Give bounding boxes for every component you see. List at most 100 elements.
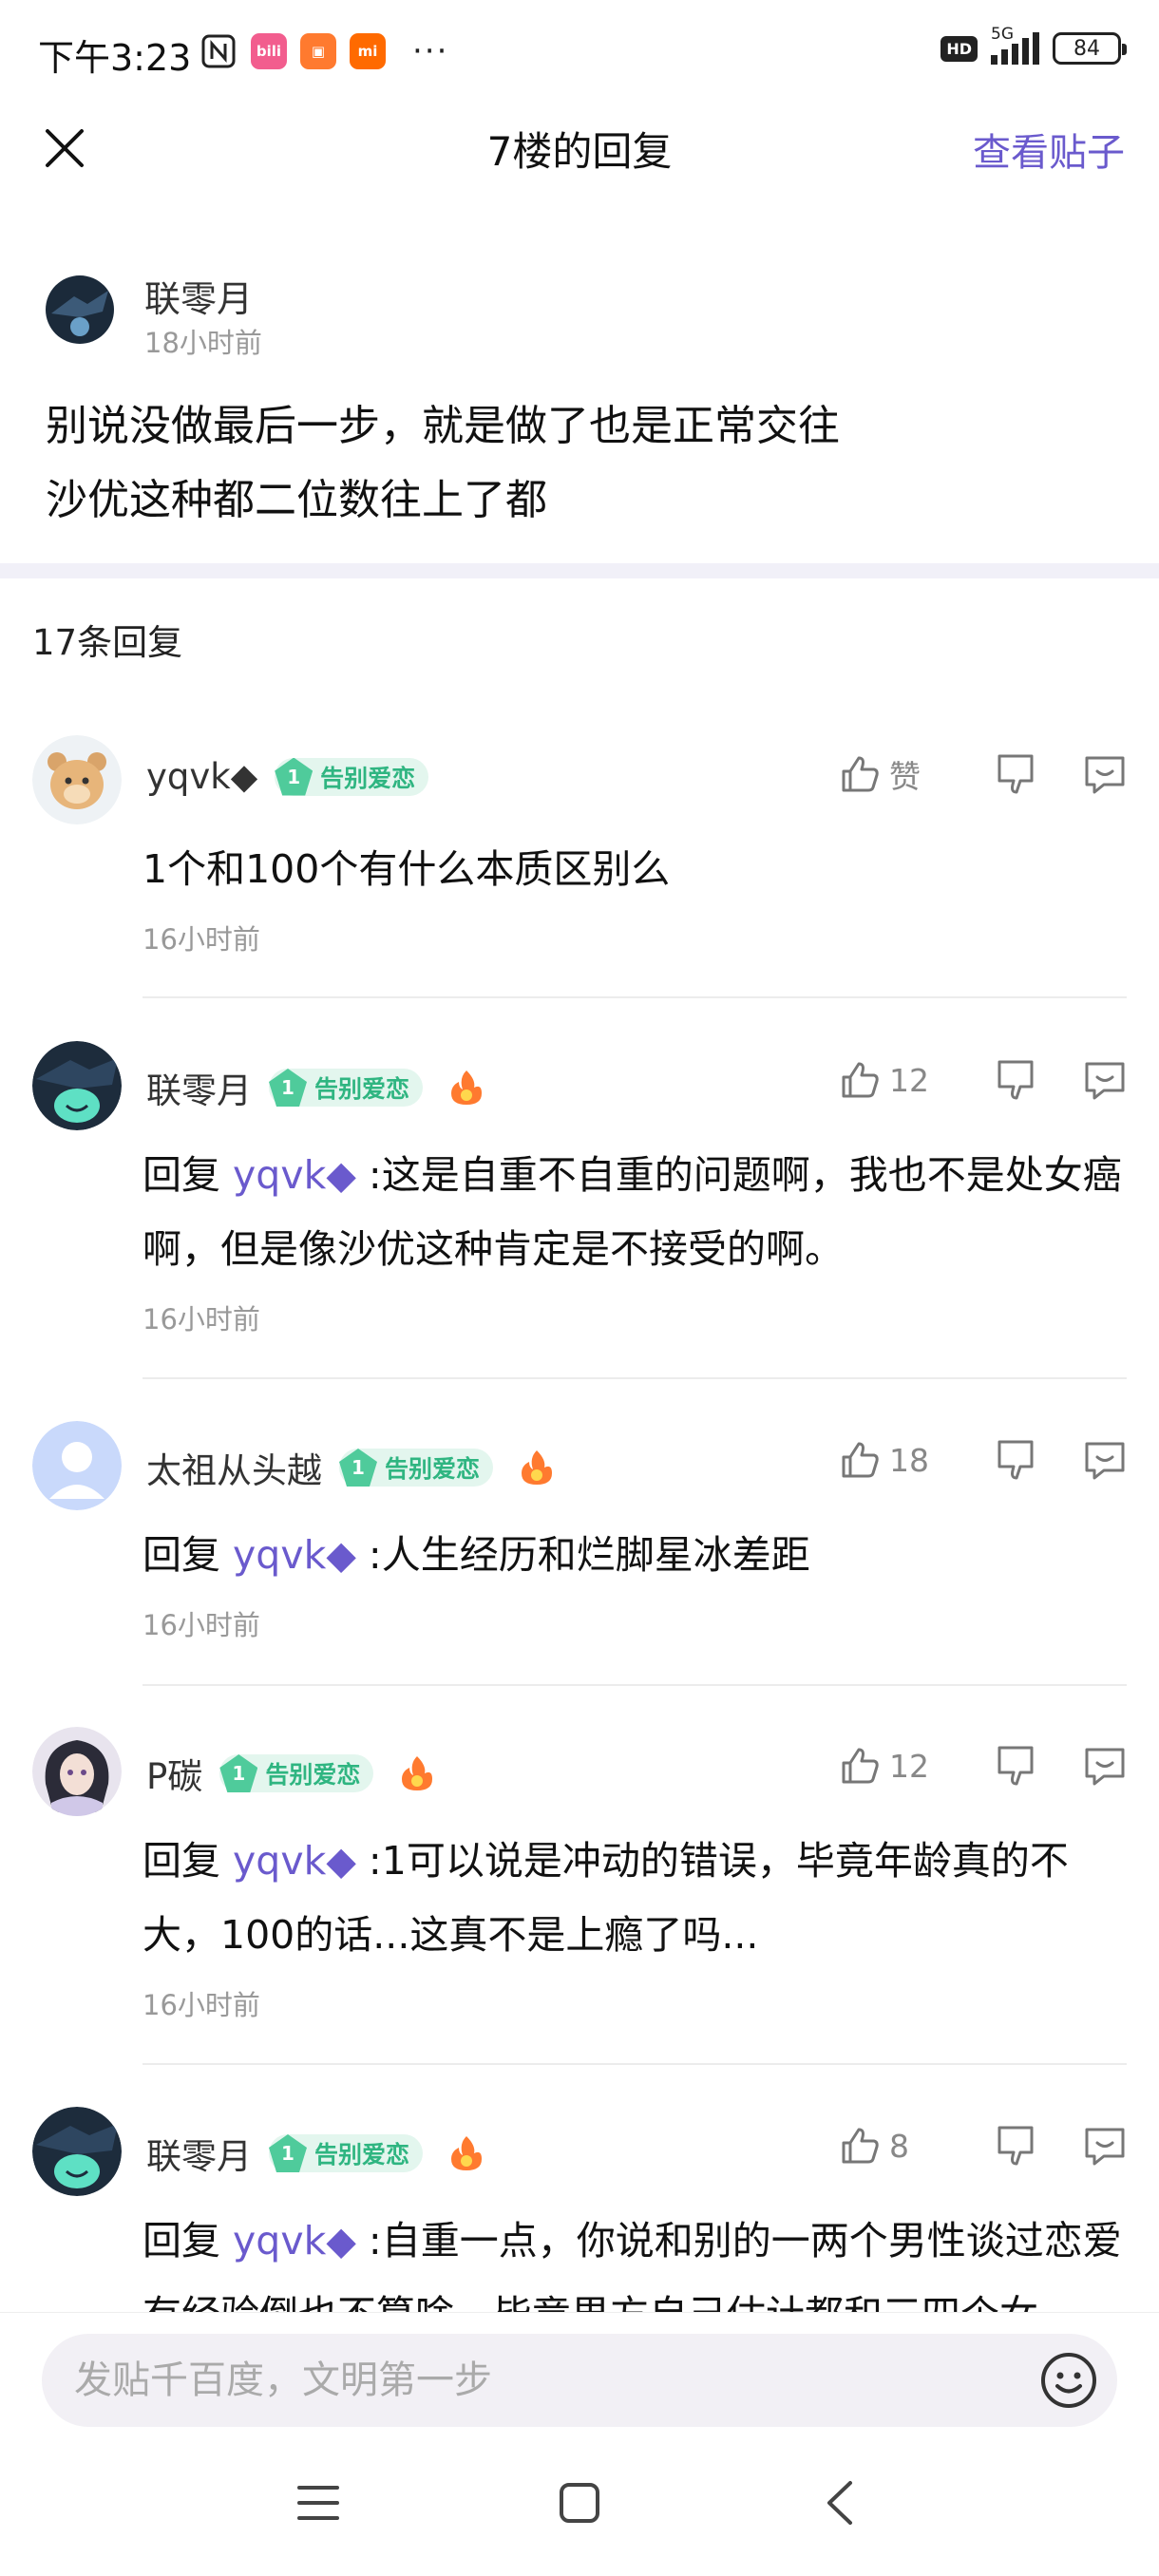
comment-header: 联零月 1 告别爱恋 — [146, 1062, 487, 1113]
hd-icon: HD — [940, 35, 978, 62]
level-badge[interactable]: 1 告别爱恋 — [219, 1754, 374, 1792]
avatar[interactable] — [32, 1727, 122, 1816]
thumbs-down-icon[interactable] — [990, 1740, 1041, 1791]
avatar[interactable] — [46, 275, 114, 344]
comment-icon[interactable] — [1079, 748, 1130, 800]
level-label: 告别爱恋 — [314, 1075, 410, 1103]
comment-header: P碳 1 告别爱恋 — [146, 1748, 438, 1799]
like-count: 18 — [889, 1441, 929, 1479]
comment-username[interactable]: 联零月 — [146, 1062, 252, 1113]
reply-input[interactable] — [74, 2334, 1024, 2427]
flame-badge-icon — [402, 1756, 433, 1790]
home-button[interactable] — [546, 2470, 613, 2536]
battery-level: 84 — [1074, 36, 1100, 61]
level-badge[interactable]: 1 告别爱恋 — [339, 1449, 494, 1487]
emoji-icon[interactable] — [1039, 2351, 1098, 2410]
bilibili-app-icon: bili — [251, 33, 287, 69]
more-notifications-icon: ··· — [412, 32, 449, 70]
comment-text: 回复 yqvk◆ :这是自重不自重的问题啊，我也不是处女癌啊，但是像沙优这种肯定… — [142, 1138, 1130, 1286]
level-number: 1 — [275, 757, 314, 796]
mention-link[interactable]: yqvk◆ — [233, 1532, 356, 1578]
comment-header: yqvk◆ 1 告别爱恋 — [146, 756, 429, 797]
signal-icon: 5G — [991, 25, 1039, 65]
like-button[interactable]: 8 — [838, 2124, 952, 2168]
level-label: 告别爱恋 — [385, 1455, 481, 1483]
reply-prefix: 回复 — [142, 2218, 220, 2263]
comment-timestamp: 16小时前 — [142, 1609, 260, 1641]
status-bar: 下午3:23 bili ▣ mi ··· HD 5G 84 — [0, 0, 1159, 104]
comment-item: P碳 1 告别爱恋 12 回复 yqvk◆ :1可以说是冲动的错误，毕竟年龄真的… — [0, 1727, 1159, 2107]
comment-separator — [142, 2063, 1127, 2065]
nfc-icon — [201, 34, 236, 68]
comment-icon[interactable] — [1079, 1434, 1130, 1486]
back-button[interactable] — [808, 2470, 874, 2536]
comment-text: 回复 yqvk◆ :1可以说是冲动的错误，毕竟年龄真的不大，100的话...这真… — [142, 1824, 1130, 1972]
reply-prefix: 回复 — [142, 1532, 220, 1578]
status-time: 下午3:23 — [38, 37, 192, 79]
thumbs-up-icon — [842, 1442, 879, 1478]
level-number: 1 — [269, 2134, 307, 2172]
level-label: 告别爱恋 — [265, 1761, 361, 1789]
post-timestamp: 18小时前 — [144, 327, 262, 359]
reply-prefix: 回复 — [142, 1152, 220, 1198]
comment-username[interactable]: yqvk◆ — [146, 756, 257, 797]
comment-actions: 赞 — [838, 748, 1130, 800]
thumbs-up-icon — [842, 2128, 879, 2164]
comment-icon[interactable] — [1079, 2120, 1130, 2171]
level-badge[interactable]: 1 告别爱恋 — [275, 757, 429, 796]
avatar[interactable] — [32, 2107, 122, 2196]
thumbs-up-icon — [842, 1062, 879, 1098]
like-button[interactable]: 赞 — [838, 751, 952, 797]
comment-username[interactable]: 太祖从头越 — [146, 1442, 322, 1493]
comment-actions: 8 — [838, 2120, 1130, 2171]
reply-count: 17条回复 — [32, 622, 183, 663]
comment-item: 联零月 1 告别爱恋 12 回复 yqvk◆ :这是自重不自重的问题啊，我也不是… — [0, 1041, 1159, 1421]
comment-actions: 18 — [838, 1434, 1130, 1486]
mention-link[interactable]: yqvk◆ — [233, 1152, 356, 1198]
comment-actions: 12 — [838, 1740, 1130, 1791]
comment-timestamp: 16小时前 — [142, 1303, 260, 1335]
reply-prefix: 回复 — [142, 1838, 220, 1884]
mention-link[interactable]: yqvk◆ — [233, 2218, 356, 2263]
post-username[interactable]: 联零月 — [144, 270, 253, 322]
avatar[interactable] — [32, 1041, 122, 1130]
back-chevron-icon — [827, 2481, 852, 2525]
post-line: 别说没做最后一步，就是做了也是正常交往 — [46, 402, 840, 450]
mention-link[interactable]: yqvk◆ — [233, 1838, 356, 1884]
thumbs-down-icon[interactable] — [990, 748, 1041, 800]
system-navigation-bar — [0, 2460, 1159, 2555]
like-button[interactable]: 12 — [838, 1058, 952, 1102]
comment-username[interactable]: 联零月 — [146, 2128, 252, 2179]
comment-item: yqvk◆ 1 告别爱恋 赞 1个和100个有什么本质区别么 16小时前 — [0, 735, 1159, 1001]
thumbs-down-icon[interactable] — [990, 1434, 1041, 1486]
thumbs-up-icon — [842, 1748, 879, 1784]
like-button[interactable]: 18 — [838, 1438, 952, 1482]
comment-username[interactable]: P碳 — [146, 1748, 202, 1799]
comment-icon[interactable] — [1079, 1054, 1130, 1106]
avatar[interactable] — [32, 735, 122, 824]
comment-icon[interactable] — [1079, 1740, 1130, 1791]
flame-badge-icon — [451, 1070, 483, 1105]
shopping-app-icon: ▣ — [300, 33, 336, 69]
like-count: 8 — [889, 2127, 909, 2165]
flame-badge-icon — [522, 1450, 553, 1485]
post-content: 别说没做最后一步，就是做了也是正常交往 沙优这种都二位数往上了都 — [46, 389, 1129, 538]
like-button[interactable]: 12 — [838, 1744, 952, 1788]
thumbs-down-icon[interactable] — [990, 1054, 1041, 1106]
avatar[interactable] — [32, 1421, 122, 1510]
view-post-link[interactable]: 查看贴子 — [973, 122, 1125, 177]
level-label: 告别爱恋 — [320, 764, 416, 792]
level-badge[interactable]: 1 告别爱恋 — [269, 2134, 424, 2172]
like-count: 赞 — [889, 758, 921, 795]
reply-input-bar — [42, 2334, 1117, 2427]
section-divider — [0, 563, 1159, 578]
menu-button[interactable] — [285, 2470, 352, 2536]
comment-item: 太祖从头越 1 告别爱恋 18 回复 yqvk◆ :人生经历和烂脚星冰差距 16… — [0, 1421, 1159, 1729]
comment-separator — [142, 996, 1127, 998]
level-badge[interactable]: 1 告别爱恋 — [269, 1069, 424, 1107]
level-label: 告别爱恋 — [314, 2141, 410, 2169]
post-line: 沙优这种都二位数往上了都 — [46, 476, 547, 524]
menu-icon — [297, 2486, 339, 2520]
comment-actions: 12 — [838, 1054, 1130, 1106]
thumbs-down-icon[interactable] — [990, 2120, 1041, 2171]
